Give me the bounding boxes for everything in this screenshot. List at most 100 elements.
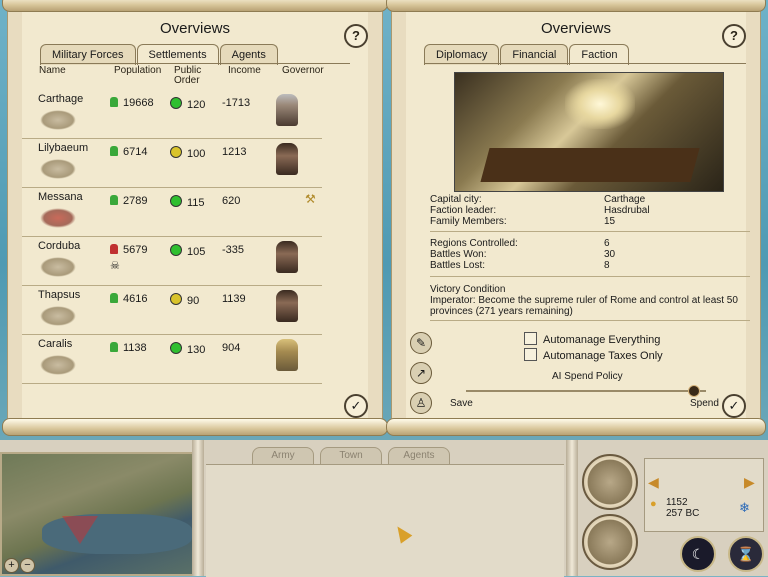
help-button-right[interactable]: ? [722, 24, 746, 48]
col-header-name[interactable]: Name [39, 66, 66, 76]
faction-overview-panel: Overviews ? Diplomacy Financial Faction … [386, 0, 766, 436]
public-order-cell: 115 [170, 195, 205, 209]
population-cell: 19668 [110, 97, 154, 109]
settlement-row[interactable]: Corduba 5679 ☠ 105 -335 [22, 237, 322, 286]
faction-council-image [454, 72, 724, 192]
tab-agents[interactable]: Agents [219, 44, 278, 65]
regions-value: 6 [604, 238, 610, 249]
population-growth-icon [110, 195, 118, 205]
family-tree-button[interactable]: ♙ [410, 392, 432, 414]
checkbox-box[interactable] [524, 332, 537, 345]
col-header-income[interactable]: Income [228, 66, 261, 76]
decorative-column [192, 440, 204, 576]
checkbox-box[interactable] [524, 348, 537, 361]
divider [430, 320, 750, 321]
settlement-row[interactable]: Thapsus 4616 90 1139 [22, 286, 322, 335]
governor-portrait[interactable] [276, 94, 298, 126]
tab-town[interactable]: Town [320, 447, 382, 465]
selection-panel [206, 464, 564, 577]
faction-overview-button[interactable] [582, 454, 638, 510]
settlement-name: Messana [38, 191, 83, 203]
tab-divider [424, 63, 746, 64]
window-light [565, 79, 635, 129]
save-label: Save [450, 398, 473, 409]
town-icon [40, 208, 76, 228]
tab-army[interactable]: Army [252, 447, 314, 465]
settlement-row[interactable]: Caralis 1138 130 904 [22, 335, 322, 384]
slider-knob[interactable] [688, 385, 700, 397]
coins-icon: ● [650, 498, 657, 510]
left-panel-title: Overviews [159, 20, 230, 37]
tab-divider [40, 63, 350, 64]
tab-financial[interactable]: Financial [500, 44, 569, 65]
confirm-button-right[interactable]: ✓ [722, 394, 746, 418]
happy-face-icon [170, 342, 182, 354]
tab-military-forces[interactable]: Military Forces [40, 44, 136, 65]
income-cell: -1713 [222, 97, 251, 109]
tab-bottom-agents[interactable]: Agents [388, 447, 450, 465]
scroll-tool-button[interactable]: ✎ [410, 332, 432, 354]
settlement-row[interactable]: Lilybaeum 6714 100 1213 [22, 139, 322, 188]
public-order-cell: 90 [170, 293, 199, 307]
minimap-view-marker [62, 516, 98, 544]
tab-faction[interactable]: Faction [569, 44, 630, 65]
population-growth-icon [110, 146, 118, 156]
population-decline-icon [110, 244, 118, 254]
town-icon [40, 355, 76, 375]
previous-arrow-icon[interactable]: ◀ [648, 474, 659, 491]
settlement-name: Thapsus [38, 289, 81, 301]
council-table [480, 148, 700, 182]
happy-face-icon [170, 244, 182, 256]
end-turn-hourglass-button[interactable]: ⌛ [728, 536, 764, 572]
income-cell: 620 [222, 195, 241, 207]
leader-value: Hasdrubal [604, 205, 650, 216]
col-header-governor[interactable]: Governor [282, 66, 324, 76]
automanage-everything-checkbox[interactable]: Automanage Everything [524, 332, 660, 346]
settlement-row[interactable]: Messana 2789 115 620 ⚒ [22, 188, 322, 237]
population-cell: 2789 [110, 195, 147, 207]
help-button-left[interactable]: ? [344, 24, 368, 48]
town-icon [40, 257, 76, 277]
graph-button[interactable]: ↗ [410, 362, 432, 384]
col-header-population[interactable]: Population [114, 66, 161, 76]
population-growth-icon [110, 342, 118, 352]
town-icon [40, 110, 76, 130]
governor-portrait[interactable] [276, 339, 298, 371]
left-tabs: Military Forces Settlements Agents [40, 44, 279, 65]
capital-value: Carthage [604, 194, 646, 205]
tab-settlements[interactable]: Settlements [136, 44, 219, 65]
settlements-overview-panel: Overviews ? Military Forces Settlements … [2, 0, 388, 436]
ai-spend-policy-label: AI Spend Policy [552, 371, 623, 382]
treasury-info: 1152 257 BC [666, 497, 699, 519]
settlement-row[interactable]: Carthage 19668 120 -1713 [22, 90, 322, 139]
governor-portrait[interactable] [276, 290, 298, 322]
next-arrow-icon[interactable]: ▶ [744, 474, 755, 491]
plague-skull-icon: ☠ [110, 260, 120, 272]
treasury-panel [644, 458, 764, 532]
governor-portrait[interactable] [276, 143, 298, 175]
battles-won-value: 30 [604, 249, 616, 260]
confirm-button-left[interactable]: ✓ [344, 394, 368, 418]
faction-symbol-button[interactable]: ☾ [680, 536, 716, 572]
tab-diplomacy[interactable]: Diplomacy [424, 44, 500, 65]
victory-condition: Victory Condition Imperator: Become the … [430, 284, 750, 317]
spend-policy-slider[interactable] [466, 385, 706, 397]
governor-portrait[interactable] [276, 241, 298, 273]
public-order-cell: 120 [170, 97, 205, 111]
population-cell: 1138 [110, 342, 147, 354]
settlement-name: Lilybaeum [38, 142, 89, 154]
income-cell: 1139 [222, 293, 246, 305]
col-header-public-order[interactable]: Public Order [174, 66, 204, 86]
population-growth-icon [110, 293, 118, 303]
zoom-in-button[interactable]: + [4, 558, 19, 573]
zoom-out-button[interactable]: − [20, 558, 35, 573]
population-cell: 6714 [110, 146, 147, 158]
automanage-taxes-checkbox[interactable]: Automanage Taxes Only [524, 348, 663, 362]
army-overview-button[interactable] [582, 514, 638, 570]
income-cell: 1213 [222, 146, 247, 158]
public-order-cell: 100 [170, 146, 205, 160]
winter-season-icon: ❄ [739, 500, 750, 515]
population-cell: 5679 [110, 244, 147, 256]
capital-label: Capital city: [430, 194, 482, 205]
happy-face-icon [170, 195, 182, 207]
